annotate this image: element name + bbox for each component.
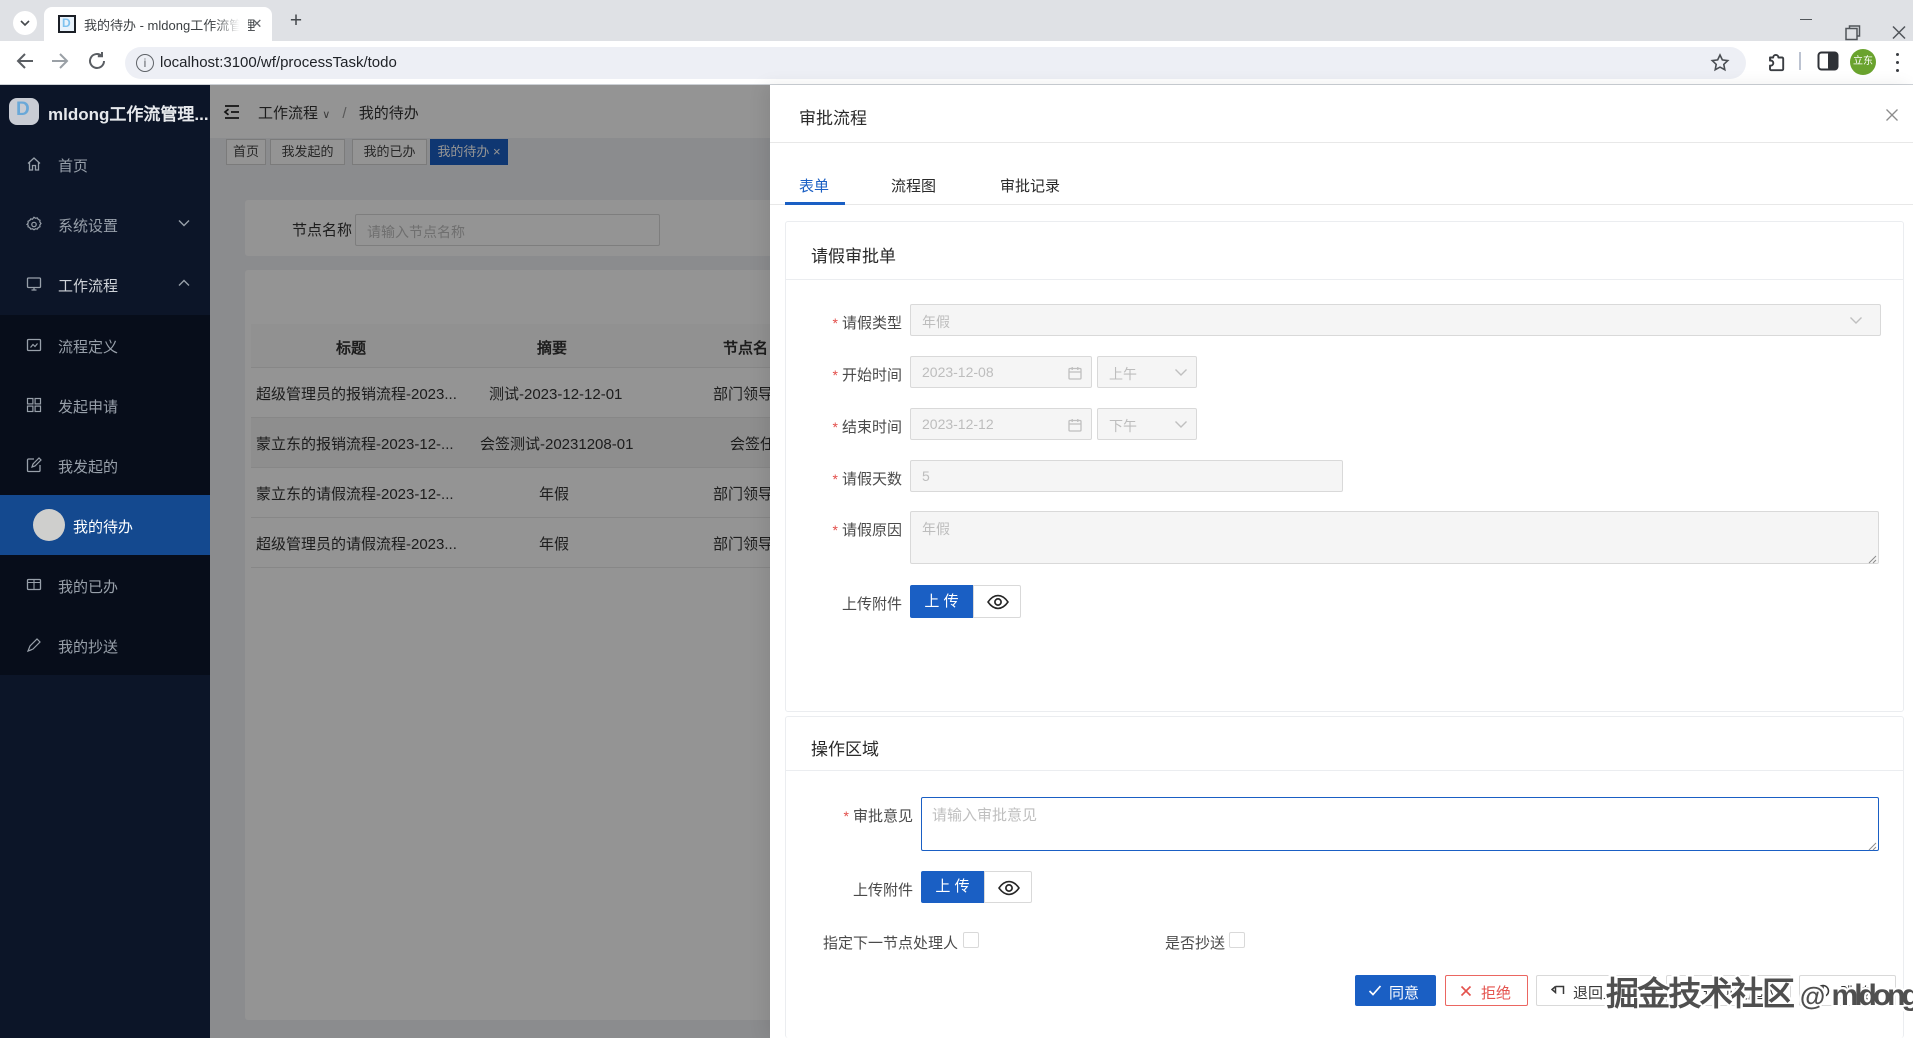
svg-text:掘金技术社区 @ mldong: 掘金技术社区 @ mldong [1606, 975, 1913, 1012]
